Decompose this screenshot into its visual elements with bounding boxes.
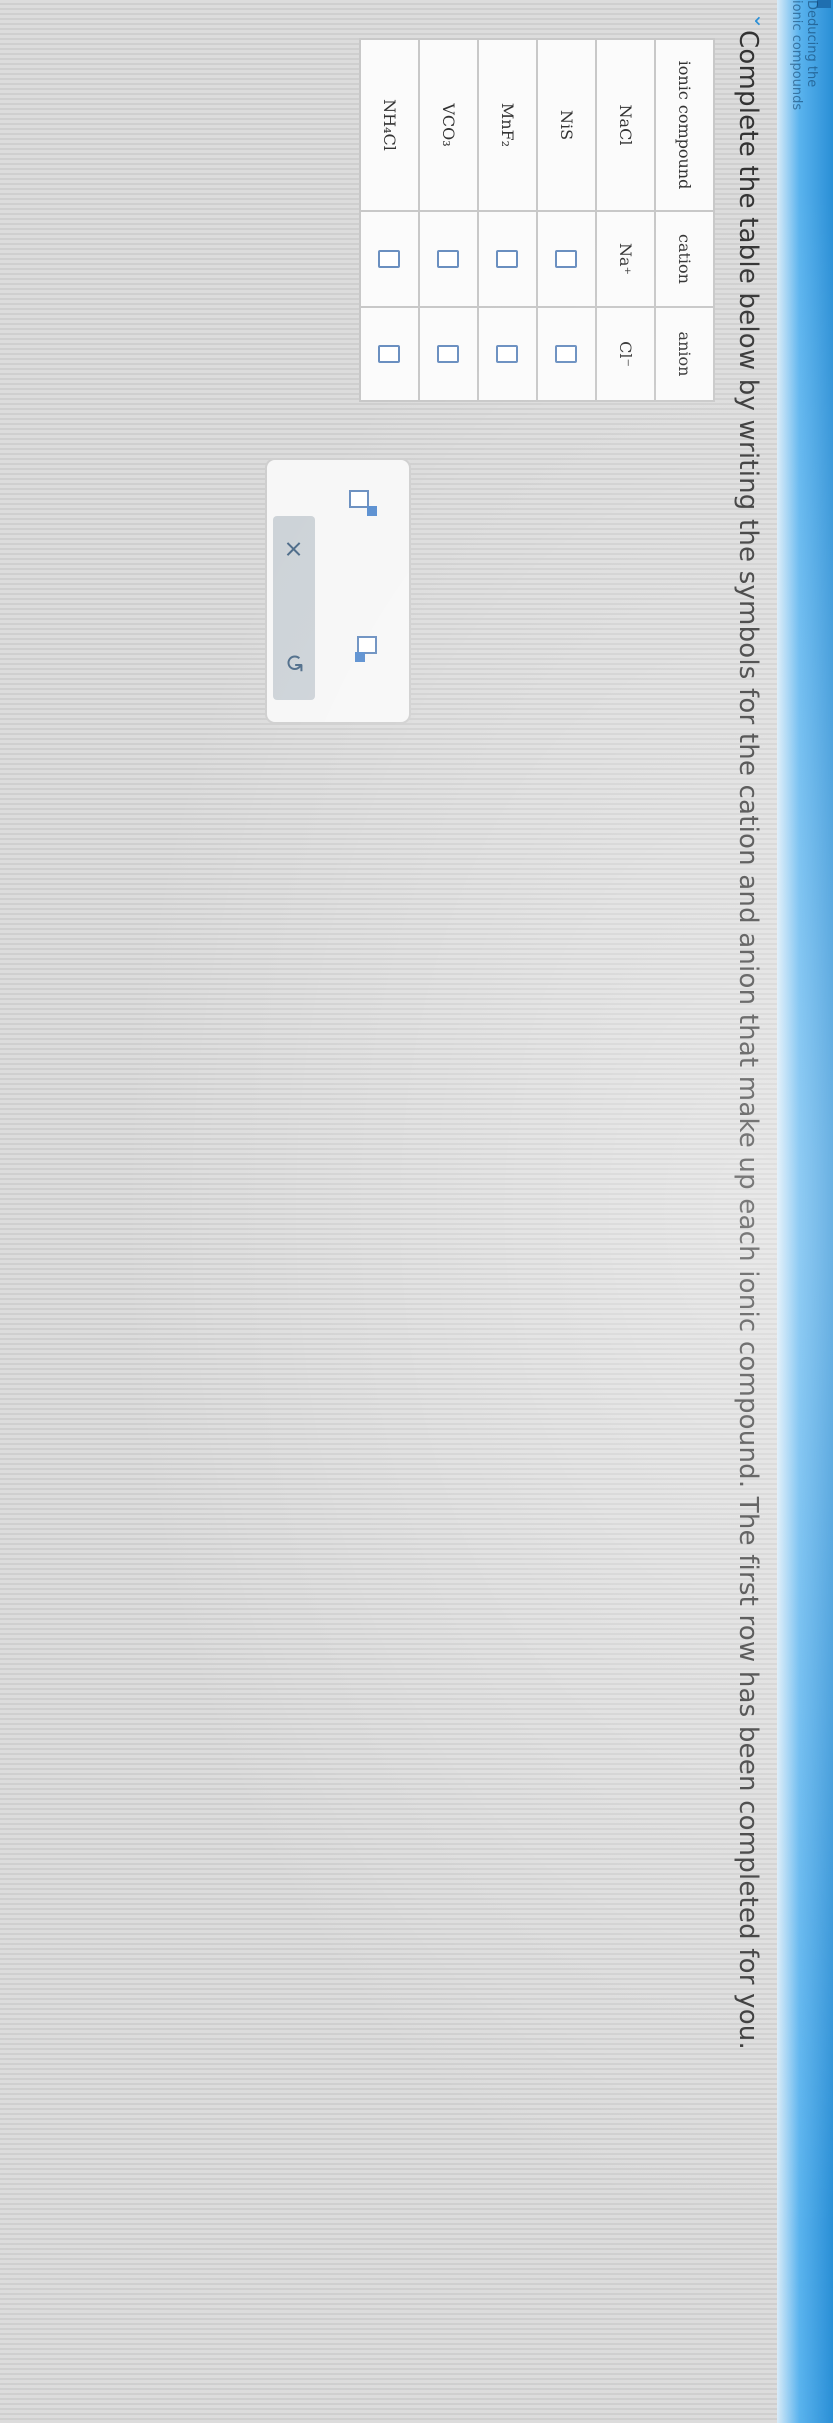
cation-cell — [478, 211, 537, 307]
cation-cell — [360, 211, 419, 307]
top-bar-title: Deducing the ionic compounds — [789, 0, 819, 111]
anion-answer-box[interactable] — [437, 345, 460, 363]
question-instruction: Complete the table below by writing the … — [733, 30, 763, 2050]
table-row: MnF₂ — [478, 39, 537, 401]
action-button-bar: × ↺ — [273, 516, 315, 700]
ionic-compound-table: ionic compound cation anion NaCl Na⁺ Cl⁻… — [359, 38, 715, 402]
superscript-icon[interactable] — [349, 490, 379, 518]
table-header-row: ionic compound cation anion — [655, 39, 714, 401]
anion-cell: Cl⁻ — [596, 307, 655, 401]
compound-cell: NaCl — [596, 39, 655, 211]
subscript-icon[interactable] — [351, 636, 379, 664]
anion-cell — [478, 307, 537, 401]
compound-cell: NH₄Cl — [360, 39, 419, 211]
anion-answer-box[interactable] — [496, 345, 519, 363]
cation-cell — [537, 211, 596, 307]
app-logo — [817, 0, 831, 8]
header-anion: anion — [655, 307, 714, 401]
cation-answer-box[interactable] — [437, 250, 460, 268]
anion-cell — [360, 307, 419, 401]
compound-cell: VCO₃ — [419, 39, 478, 211]
header-ionic-compound: ionic compound — [655, 39, 714, 211]
anion-cell — [537, 307, 596, 401]
table-row: VCO₃ — [419, 39, 478, 401]
cation-answer-box[interactable] — [496, 250, 519, 268]
page-stage: Deducing the ionic compounds ⌄ Complete … — [0, 0, 833, 2423]
table-row: NaCl Na⁺ Cl⁻ — [596, 39, 655, 401]
clear-button[interactable]: × — [279, 534, 309, 564]
anion-cell — [419, 307, 478, 401]
cation-cell — [419, 211, 478, 307]
anion-answer-box[interactable] — [378, 345, 401, 363]
anion-answer-box[interactable] — [555, 345, 578, 363]
compound-cell: MnF₂ — [478, 39, 537, 211]
cation-answer-box[interactable] — [555, 250, 578, 268]
undo-button[interactable]: ↺ — [279, 648, 309, 678]
math-toolbox: × ↺ — [265, 458, 411, 724]
table-row: NiS — [537, 39, 596, 401]
cation-cell: Na⁺ — [596, 211, 655, 307]
header-cation: cation — [655, 211, 714, 307]
compound-cell: NiS — [537, 39, 596, 211]
table-row: NH₄Cl — [360, 39, 419, 401]
cation-answer-box[interactable] — [378, 250, 401, 268]
top-bar: Deducing the ionic compounds — [777, 0, 833, 2423]
